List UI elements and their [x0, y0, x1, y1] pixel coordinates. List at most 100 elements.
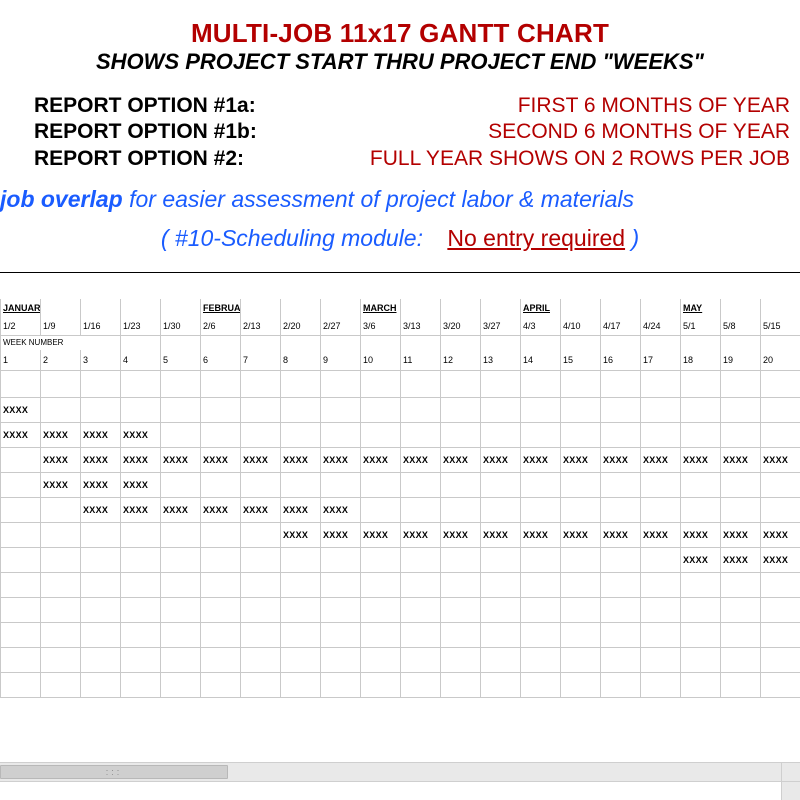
cell [601, 370, 641, 397]
cell [721, 422, 761, 447]
cell [321, 572, 361, 597]
cell [241, 522, 281, 547]
cell [201, 370, 241, 397]
cell [41, 370, 81, 397]
cell [681, 647, 721, 672]
cell [81, 397, 121, 422]
option-label: REPORT OPTION #2: [34, 146, 244, 172]
cell [601, 672, 641, 697]
cell [161, 647, 201, 672]
cell [321, 547, 361, 572]
cell [681, 335, 721, 350]
cell [281, 647, 321, 672]
cell [521, 647, 561, 672]
report-option-1a: REPORT OPTION #1a: FIRST 6 MONTHS OF YEA… [34, 93, 790, 119]
cell [321, 335, 361, 350]
cell [481, 497, 521, 522]
cell [41, 572, 81, 597]
scrollbar-arrow-right-icon[interactable] [781, 763, 800, 781]
page-subtitle: SHOWS PROJECT START THRU PROJECT END "WE… [0, 49, 800, 75]
cell [401, 672, 441, 697]
date-header: 1/2 [1, 317, 41, 336]
date-header: 5/8 [721, 317, 761, 336]
week-number: 13 [481, 350, 521, 371]
cell [361, 422, 401, 447]
gantt-mark: XXXX [361, 447, 401, 472]
cell [641, 547, 681, 572]
table-row [1, 597, 800, 622]
month-header: MAY [681, 299, 721, 317]
week-number-label: WEEK NUMBER [1, 335, 121, 350]
cell [161, 597, 201, 622]
cell [201, 335, 241, 350]
module-prefix: ( #10-Scheduling module: [161, 225, 423, 251]
cell [1, 522, 41, 547]
gantt-mark: XXXX [121, 472, 161, 497]
week-number: 14 [521, 350, 561, 371]
cell [241, 397, 281, 422]
scrollbar-thumb[interactable]: ::: [0, 765, 228, 779]
cell [1, 447, 41, 472]
week-number: 5 [161, 350, 201, 371]
gantt-mark: XXXX [441, 522, 481, 547]
cell [601, 572, 641, 597]
gantt-mark: XXXX [201, 447, 241, 472]
cell [161, 672, 201, 697]
divider [0, 272, 800, 273]
cell [721, 572, 761, 597]
cell [161, 370, 201, 397]
cell [521, 547, 561, 572]
cell [761, 672, 800, 697]
cell [121, 672, 161, 697]
cell [441, 397, 481, 422]
gantt-mark: XXXX [281, 497, 321, 522]
month-header: APRIL [521, 299, 561, 317]
cell [321, 672, 361, 697]
cell [721, 672, 761, 697]
cell [721, 299, 761, 317]
cell [401, 335, 441, 350]
date-header: 4/10 [561, 317, 601, 336]
cell [601, 597, 641, 622]
cell [161, 422, 201, 447]
date-header: 2/6 [201, 317, 241, 336]
horizontal-scrollbar[interactable]: ::: [0, 762, 800, 782]
date-header: 5/1 [681, 317, 721, 336]
cell [521, 622, 561, 647]
gantt-mark: XXXX [1, 397, 41, 422]
cell [281, 597, 321, 622]
gantt-mark: XXXX [41, 472, 81, 497]
cell [401, 547, 441, 572]
cell [361, 647, 401, 672]
table-row: JANUARYFEBRUARYMARCHAPRILMAY [1, 299, 800, 317]
cell [721, 370, 761, 397]
cell [521, 397, 561, 422]
option-value: FIRST 6 MONTHS OF YEAR [518, 93, 790, 119]
cell [721, 622, 761, 647]
cell [561, 370, 601, 397]
cell [281, 672, 321, 697]
date-header: 3/27 [481, 317, 521, 336]
cell [681, 472, 721, 497]
gantt-mark: XXXX [121, 422, 161, 447]
cell [41, 597, 81, 622]
cell [601, 622, 641, 647]
cell [361, 397, 401, 422]
gantt-mark: XXXX [601, 522, 641, 547]
gantt-mark: XXXX [401, 447, 441, 472]
module-suffix: ) [631, 225, 639, 251]
cell [1, 647, 41, 672]
gantt-mark: XXXX [41, 422, 81, 447]
gantt-mark: XXXX [241, 497, 281, 522]
gantt-mark: XXXX [81, 497, 121, 522]
overlap-lead: job overlap [0, 186, 123, 212]
cell [401, 622, 441, 647]
week-number: 12 [441, 350, 481, 371]
gantt-mark: XXXX [321, 522, 361, 547]
cell [241, 597, 281, 622]
cell [81, 597, 121, 622]
cell [321, 397, 361, 422]
month-header: MARCH [361, 299, 401, 317]
module-line: ( #10-Scheduling module: No entry requir… [0, 225, 800, 252]
report-options: REPORT OPTION #1a: FIRST 6 MONTHS OF YEA… [0, 93, 800, 172]
